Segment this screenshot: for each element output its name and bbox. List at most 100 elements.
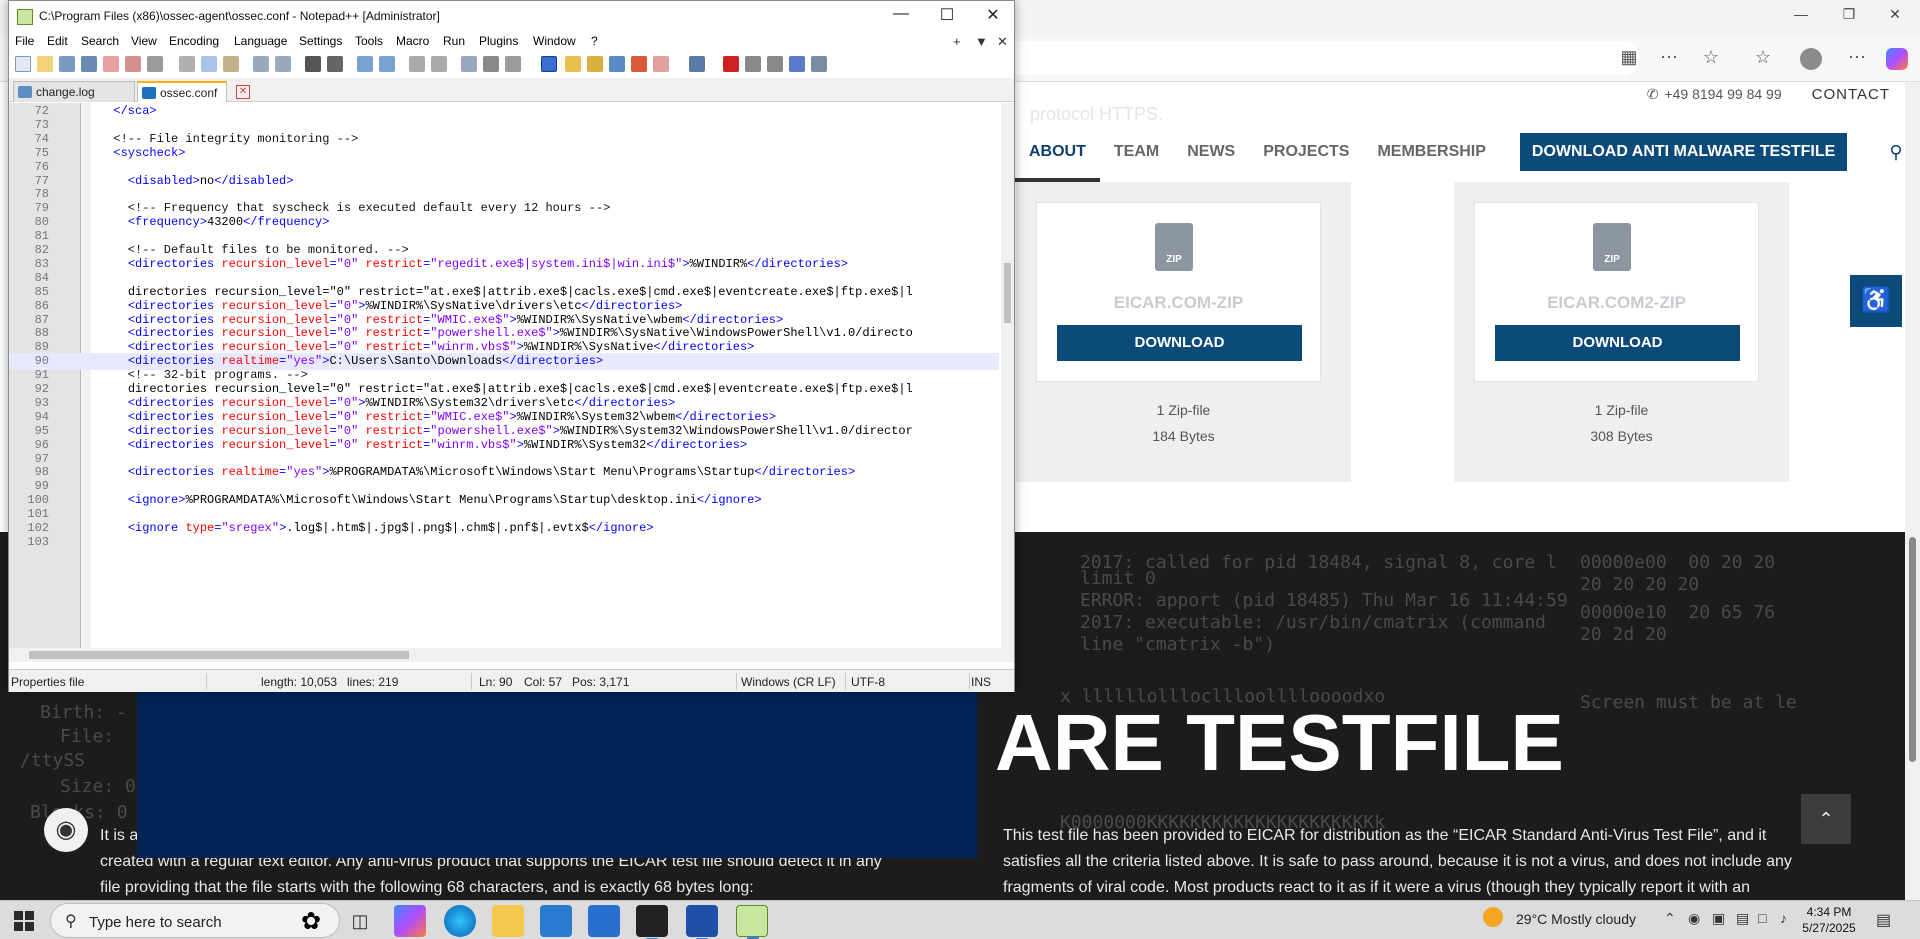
folder-workspace-icon[interactable] — [631, 56, 647, 72]
apps-icon[interactable]: ▦ — [1616, 47, 1642, 68]
accessibility-icon[interactable]: ♿ — [1850, 275, 1902, 327]
cut-icon[interactable] — [179, 56, 195, 72]
indent-guide-icon[interactable] — [505, 56, 521, 72]
scroll-to-top-button[interactable]: ⌃ — [1801, 794, 1851, 844]
phone-number[interactable]: +49 8194 99 84 99 — [1664, 86, 1781, 102]
save-all-icon[interactable] — [81, 56, 97, 72]
search-icon[interactable]: ⚲ — [1889, 142, 1902, 163]
scrollbar-thumb[interactable] — [1004, 263, 1011, 323]
chat-icon[interactable]: □ — [1758, 910, 1766, 926]
tab-list-icon[interactable]: ▼ — [975, 34, 988, 49]
tray-chevron-icon[interactable]: ⌃ — [1664, 910, 1676, 927]
menu-macro[interactable]: Macro — [396, 34, 429, 48]
menu-window[interactable]: Window — [533, 34, 576, 48]
zoom-out-icon[interactable] — [379, 56, 395, 72]
show-all-chars-icon[interactable] — [483, 56, 499, 72]
maximize-icon[interactable]: ☐ — [927, 5, 967, 27]
windows-start-icon[interactable] — [14, 911, 34, 931]
new-file-icon[interactable] — [15, 56, 31, 72]
tab-ossec-conf[interactable]: ossec.conf ✕ — [137, 81, 250, 102]
monitoring-icon[interactable] — [653, 56, 669, 72]
settings-menu-icon[interactable]: ⋯ — [1844, 47, 1870, 68]
paste-icon[interactable] — [223, 56, 239, 72]
download-testfile-button[interactable]: DOWNLOAD ANTI MALWARE TESTFILE — [1519, 133, 1848, 171]
run-macro-multiple-icon[interactable] — [789, 56, 805, 72]
editor-vertical-scrollbar[interactable] — [1001, 103, 1014, 648]
download-button[interactable]: DOWNLOAD — [1495, 325, 1740, 361]
nav-about[interactable]: ABOUT — [1015, 122, 1100, 182]
network-icon[interactable]: ▤ — [1736, 910, 1749, 927]
sync-horizontal-icon[interactable] — [431, 56, 447, 72]
profile-avatar[interactable] — [1800, 48, 1822, 70]
taskbar-search-box[interactable]: ⚲ Type here to search ✿ — [50, 903, 340, 938]
status-eol[interactable]: Windows (CR LF) — [741, 675, 836, 689]
play-macro-icon[interactable] — [767, 56, 783, 72]
code-editor[interactable]: 72 </sca> 73 74 <!-- File integrity monito… — [9, 103, 1014, 648]
close-file-icon[interactable] — [103, 56, 119, 72]
code-line[interactable]: 103 — [9, 534, 999, 551]
open-file-icon[interactable] — [37, 56, 53, 72]
nav-membership[interactable]: MEMBERSHIP — [1363, 122, 1499, 182]
replace-icon[interactable] — [327, 56, 343, 72]
store-icon[interactable] — [540, 905, 572, 937]
menu-search[interactable]: Search — [81, 34, 119, 48]
weather-text[interactable]: 29°C Mostly cloudy — [1516, 911, 1636, 927]
notification-icon[interactable]: ▤ — [1876, 910, 1891, 930]
editor-horizontal-scrollbar[interactable] — [9, 648, 1014, 662]
menu-settings[interactable]: Settings — [299, 34, 342, 48]
add-tab-icon[interactable]: + — [953, 34, 961, 49]
copilot-app-icon[interactable] — [394, 905, 426, 937]
address-bar[interactable] — [1000, 41, 1640, 75]
contact-link[interactable]: CONTACT — [1812, 86, 1890, 103]
menu-language[interactable]: Language — [234, 34, 287, 48]
redo-icon[interactable] — [275, 56, 291, 72]
nav-projects[interactable]: PROJECTS — [1249, 122, 1363, 182]
clock[interactable]: 4:34 PM 5/27/2025 — [1798, 904, 1860, 936]
notepadpp-taskbar-icon[interactable] — [736, 905, 768, 939]
menu-run[interactable]: Run — [443, 34, 465, 48]
edge-icon[interactable] — [444, 905, 476, 937]
favorite-star-icon[interactable]: ☆ — [1698, 47, 1724, 68]
record-macro-icon[interactable] — [723, 56, 739, 72]
scrollbar-thumb[interactable] — [1909, 537, 1916, 762]
find-icon[interactable] — [305, 56, 321, 72]
menu-view[interactable]: View — [131, 34, 157, 48]
tray-meet-icon[interactable]: ▣ — [1712, 910, 1725, 927]
menu-edit[interactable]: Edit — [47, 34, 68, 48]
doc-map-icon[interactable] — [565, 56, 581, 72]
menu-file[interactable]: File — [15, 34, 34, 48]
minimize-icon[interactable]: — — [1786, 6, 1816, 22]
close-doc-icon[interactable]: ✕ — [997, 34, 1008, 50]
function-list-icon[interactable] — [609, 56, 625, 72]
browser-scrollbar[interactable] — [1905, 82, 1920, 900]
cookie-settings-icon[interactable]: ◉ — [44, 808, 88, 852]
sync-vertical-icon[interactable] — [409, 56, 425, 72]
favorites-icon[interactable]: ☆ — [1750, 47, 1776, 68]
word-wrap-icon[interactable] — [461, 56, 477, 72]
nav-news[interactable]: NEWS — [1173, 122, 1249, 182]
doc-list-icon[interactable] — [587, 56, 603, 72]
menu-tools[interactable]: Tools — [355, 34, 383, 48]
tray-app-icon[interactable]: ◉ — [1688, 910, 1700, 927]
tab-close-icon[interactable]: ✕ — [236, 85, 250, 99]
more-dots-icon[interactable]: ⋯ — [1656, 47, 1682, 68]
scrollbar-thumb[interactable] — [29, 651, 409, 659]
close-all-icon[interactable] — [125, 56, 141, 72]
save-icon[interactable] — [59, 56, 75, 72]
mail-icon[interactable] — [588, 905, 620, 937]
terminal-icon[interactable] — [636, 905, 668, 939]
save-macro-icon[interactable] — [811, 56, 827, 72]
tab-change-log[interactable]: change.log — [13, 81, 135, 102]
powershell-icon[interactable] — [686, 905, 718, 939]
undo-icon[interactable] — [253, 56, 269, 72]
menu-help[interactable]: ? — [591, 34, 598, 48]
copilot-icon[interactable] — [1886, 48, 1908, 70]
focus-view-icon[interactable] — [689, 56, 705, 72]
copy-icon[interactable] — [201, 56, 217, 72]
minimize-icon[interactable]: — — [881, 5, 921, 27]
restore-icon[interactable]: ❐ — [1834, 6, 1864, 23]
udl-icon[interactable] — [541, 56, 557, 72]
stop-macro-icon[interactable] — [745, 56, 761, 72]
print-icon[interactable] — [147, 56, 163, 72]
menu-encoding[interactable]: Encoding — [169, 34, 219, 48]
